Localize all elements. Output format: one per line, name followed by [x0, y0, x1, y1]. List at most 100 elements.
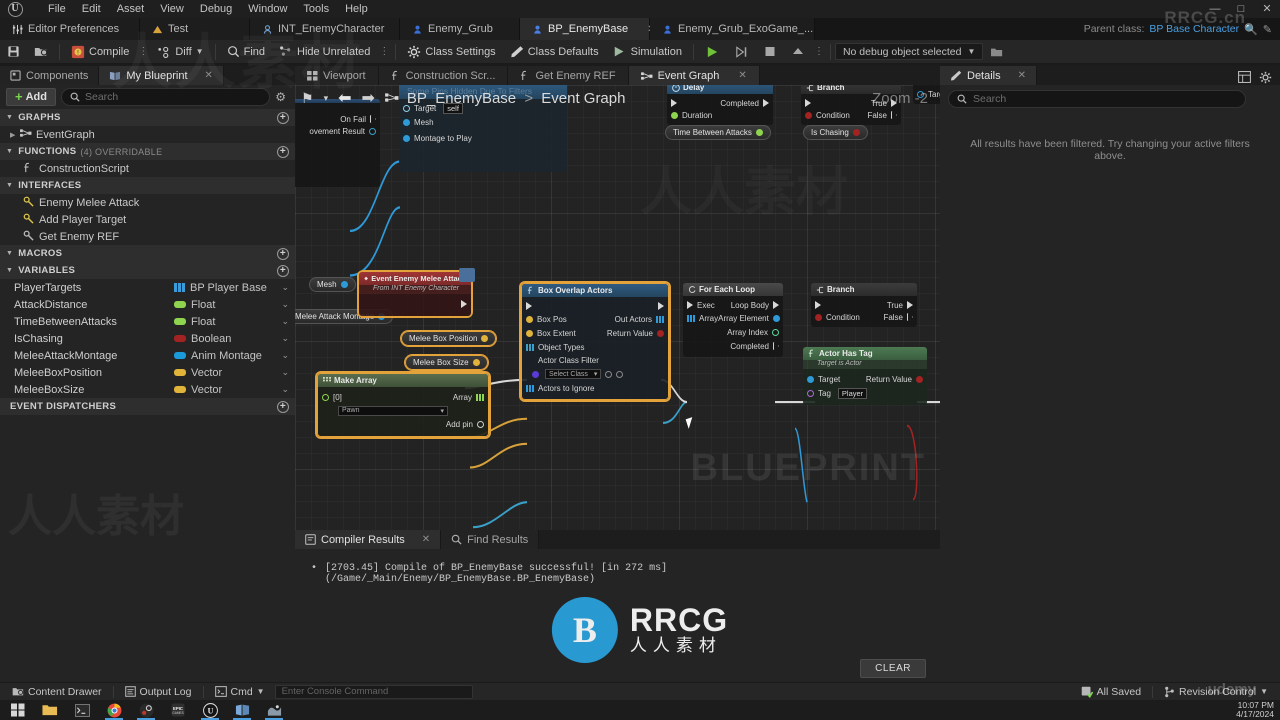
all-saved-button[interactable]: All Saved — [1073, 684, 1149, 700]
diff-button[interactable]: Diff ▼ — [150, 41, 210, 63]
section-macros[interactable]: ▼ MACROS + — [0, 245, 295, 262]
tab-find-results[interactable]: Find Results — [441, 530, 540, 549]
add-graph-button[interactable]: + — [277, 111, 289, 124]
section-variables[interactable]: ▼ VARIABLES + — [0, 262, 295, 279]
condition-pin[interactable] — [815, 313, 822, 321]
mesh-pin[interactable] — [403, 118, 410, 126]
branch-node-bottom[interactable]: Branch True Condition False — [811, 283, 917, 327]
hide-unrelated-options-icon[interactable]: ⋮ — [377, 46, 391, 57]
true-pin[interactable] — [907, 301, 913, 309]
pin-row[interactable] — [522, 300, 668, 312]
unreal-logo-icon[interactable]: U — [0, 0, 30, 18]
pin-row[interactable]: Array Array Element — [683, 311, 783, 325]
menu-item-asset[interactable]: Asset — [109, 1, 153, 17]
more-options-icon[interactable]: ⋮ — [812, 46, 826, 57]
gear-icon[interactable] — [1259, 71, 1272, 87]
tab-test[interactable]: Test — [140, 18, 250, 40]
breadcrumb-root[interactable]: BP_EnemyBase — [407, 90, 516, 107]
pin-row[interactable]: Target Return Value — [803, 372, 927, 386]
pin-row[interactable] — [359, 298, 471, 310]
menu-item-tools[interactable]: Tools — [295, 1, 337, 17]
clear-button[interactable]: CLEAR — [860, 659, 926, 678]
add-dispatcher-button[interactable]: + — [277, 400, 289, 413]
exec-in-pin[interactable] — [526, 302, 532, 310]
variable-row-meleeboxposition[interactable]: MeleeBoxPosition Vector ⌄ — [0, 364, 295, 381]
variable-row-meleeboxsize[interactable]: MeleeBoxSize Vector ⌄ — [0, 381, 295, 398]
pin-row[interactable]: True — [811, 299, 917, 311]
tab-int-enemycharacter[interactable]: INT_EnemyCharacter — [250, 18, 400, 40]
variable-row-timebetweenattacks[interactable]: TimeBetweenAttacks Float ⌄ — [0, 313, 295, 330]
out-actors-pin[interactable] — [656, 315, 664, 323]
pin-row[interactable]: Box Pos Out Actors — [522, 312, 668, 326]
add-macro-button[interactable]: + — [277, 247, 289, 260]
class-settings-button[interactable]: Class Settings — [400, 41, 502, 63]
box-overlap-actors-node[interactable]: Box Overlap Actors Box Pos Out Actors Bo… — [521, 283, 669, 400]
on-fail-node[interactable]: On Fail ovement Result — [295, 99, 380, 187]
back-arrow-icon[interactable]: ⬅ — [336, 88, 353, 108]
array-out-pin[interactable] — [476, 393, 484, 401]
tab-get-enemy-ref[interactable]: Get Enemy REF — [508, 66, 629, 85]
variable-row-ischasing[interactable]: IsChasing Boolean ⌄ — [0, 330, 295, 347]
tab-editor-preferences[interactable]: Editor Preferences — [0, 18, 140, 40]
windows-start-icon[interactable] — [2, 700, 34, 720]
index-pin[interactable] — [322, 393, 329, 401]
grid-view-icon[interactable] — [1238, 71, 1251, 87]
menu-item-debug[interactable]: Debug — [192, 1, 240, 17]
pin-row[interactable]: Montage to Play — [399, 130, 567, 146]
search-icon[interactable]: 🔍 — [1244, 23, 1258, 36]
play-button[interactable] — [698, 41, 727, 63]
false-pin[interactable] — [891, 111, 897, 119]
array-index-pin[interactable] — [772, 328, 779, 336]
parent-class-value[interactable]: BP Base Character — [1149, 23, 1239, 35]
section-interfaces[interactable]: ▼ INTERFACES — [0, 177, 295, 194]
revision-control-button[interactable]: Revision Control ▼ — [1156, 684, 1276, 700]
chevron-down-icon[interactable]: ⌄ — [281, 384, 289, 395]
pin-row[interactable]: Exec Loop Body — [683, 299, 783, 311]
search-input[interactable]: Search — [60, 88, 271, 106]
eject-button[interactable] — [784, 41, 812, 63]
target-pin[interactable] — [807, 375, 814, 383]
simulation-button[interactable]: Simulation — [606, 41, 689, 63]
maximize-button[interactable]: □ — [1228, 0, 1254, 18]
output-pin[interactable] — [340, 281, 348, 288]
pin-row[interactable]: Tag Player — [803, 386, 927, 401]
list-item-add-player-target[interactable]: Add Player Target — [0, 211, 295, 228]
add-variable-button[interactable]: + — [277, 264, 289, 277]
minimize-button[interactable]: — — [1202, 0, 1228, 18]
add-pin-icon[interactable] — [477, 420, 484, 428]
save-button[interactable] — [0, 41, 27, 63]
list-item-constructionscript[interactable]: ConstructionScript — [0, 160, 295, 177]
pin-row[interactable]: Array Index — [683, 325, 783, 339]
unreal-engine-icon[interactable]: U — [194, 700, 226, 720]
pin-row[interactable]: Mesh — [399, 114, 567, 130]
forward-arrow-icon[interactable]: ➡ — [360, 88, 377, 108]
close-icon[interactable]: ✕ — [1018, 70, 1026, 81]
condition-pin[interactable] — [805, 111, 812, 119]
montage-pin[interactable] — [403, 134, 410, 142]
false-pin[interactable] — [907, 313, 913, 321]
find-button[interactable]: Find — [220, 41, 272, 63]
melee-box-position-getter[interactable]: Melee Box Position — [401, 331, 497, 346]
pencil-icon[interactable]: ✎ — [1263, 23, 1272, 36]
close-icon[interactable]: ✕ — [422, 534, 430, 545]
section-graphs[interactable]: ▼ GRAPHS + — [0, 109, 295, 126]
compiler-message-row[interactable]: • [2703.45] Compile of BP_EnemyBase succ… — [311, 563, 924, 585]
chevron-down-icon[interactable]: ⌄ — [281, 333, 289, 344]
step-button[interactable] — [727, 41, 756, 63]
menu-item-help[interactable]: Help — [337, 1, 376, 17]
browse-class-icon[interactable] — [605, 370, 612, 378]
menu-item-view[interactable]: View — [152, 1, 192, 17]
pin-row[interactable]: ovement Result — [295, 125, 380, 137]
time-between-attacks-getter[interactable]: Time Between Attacks — [665, 125, 771, 140]
chrome-icon[interactable] — [98, 700, 130, 720]
chevron-down-icon[interactable]: ⌄ — [281, 282, 289, 293]
output-pin[interactable] — [481, 335, 489, 342]
event-enemy-melee-attack-node[interactable]: Event Enemy Melee Attack From INT Enemy … — [359, 272, 471, 316]
output-pin[interactable] — [852, 129, 860, 136]
class-filter-pin[interactable] — [532, 370, 539, 378]
chevron-down-icon[interactable]: ⌄ — [281, 299, 289, 310]
exec-out-pin[interactable] — [461, 300, 467, 308]
taskbar-clock[interactable]: 10:07 PM 4/17/2024 — [1236, 701, 1280, 719]
box-pos-pin[interactable] — [526, 315, 533, 323]
melee-box-size-getter[interactable]: Melee Box Size — [405, 355, 488, 370]
